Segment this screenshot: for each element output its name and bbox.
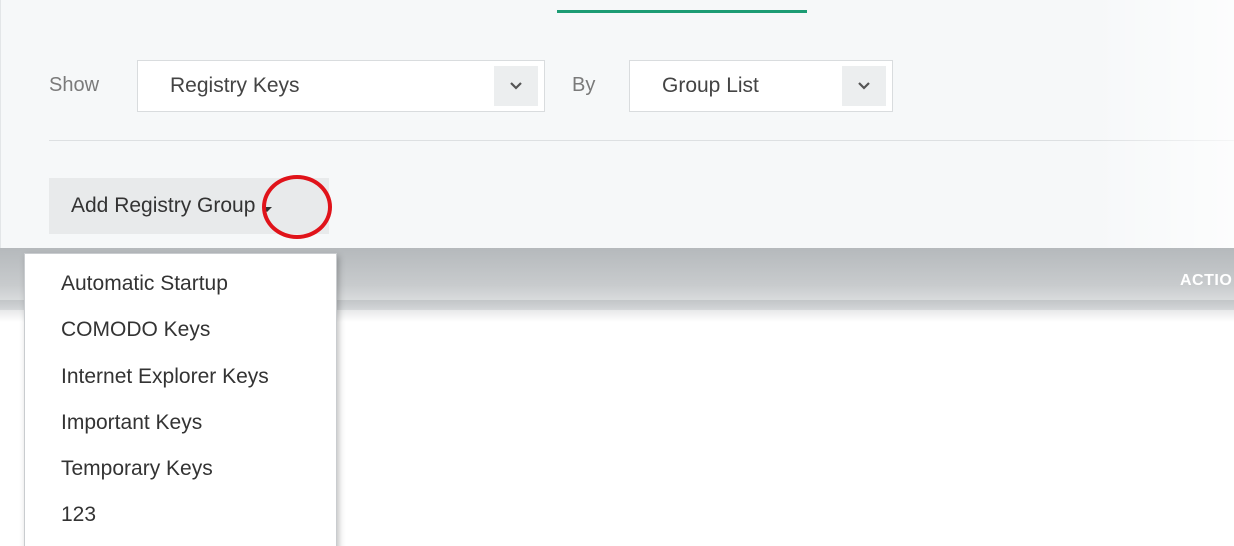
menu-item-comodo-keys[interactable]: COMODO Keys	[61, 318, 210, 342]
actions-column-header: ACTIO	[1180, 272, 1233, 289]
chevron-down-icon[interactable]	[842, 66, 886, 106]
show-label: Show	[49, 74, 100, 96]
chevron-down-icon[interactable]	[494, 66, 538, 106]
show-select[interactable]: Registry Keys	[137, 60, 545, 112]
menu-item-important-keys[interactable]: Important Keys	[61, 411, 202, 435]
menu-item-automatic-startup[interactable]: Automatic Startup	[61, 272, 228, 296]
by-select-value: Group List	[662, 74, 759, 97]
divider	[49, 140, 1234, 141]
menu-item-temporary-keys[interactable]: Temporary Keys	[61, 457, 213, 481]
show-select-value: Registry Keys	[170, 74, 300, 97]
menu-item-123[interactable]: 123	[61, 503, 96, 527]
by-label: By	[572, 74, 596, 96]
filter-panel: Show Registry Keys By Group List Add Reg…	[0, 0, 1234, 248]
filter-row: Show Registry Keys By Group List	[1, 60, 1234, 112]
highlight-circle	[262, 175, 332, 239]
add-registry-group-label: Add Registry Group	[71, 194, 256, 217]
registry-group-dropdown: Automatic Startup COMODO Keys Internet E…	[24, 253, 337, 546]
right-fade	[1091, 0, 1234, 248]
active-tab-indicator	[557, 0, 807, 13]
menu-item-internet-explorer-keys[interactable]: Internet Explorer Keys	[61, 365, 269, 389]
by-select[interactable]: Group List	[629, 60, 893, 112]
